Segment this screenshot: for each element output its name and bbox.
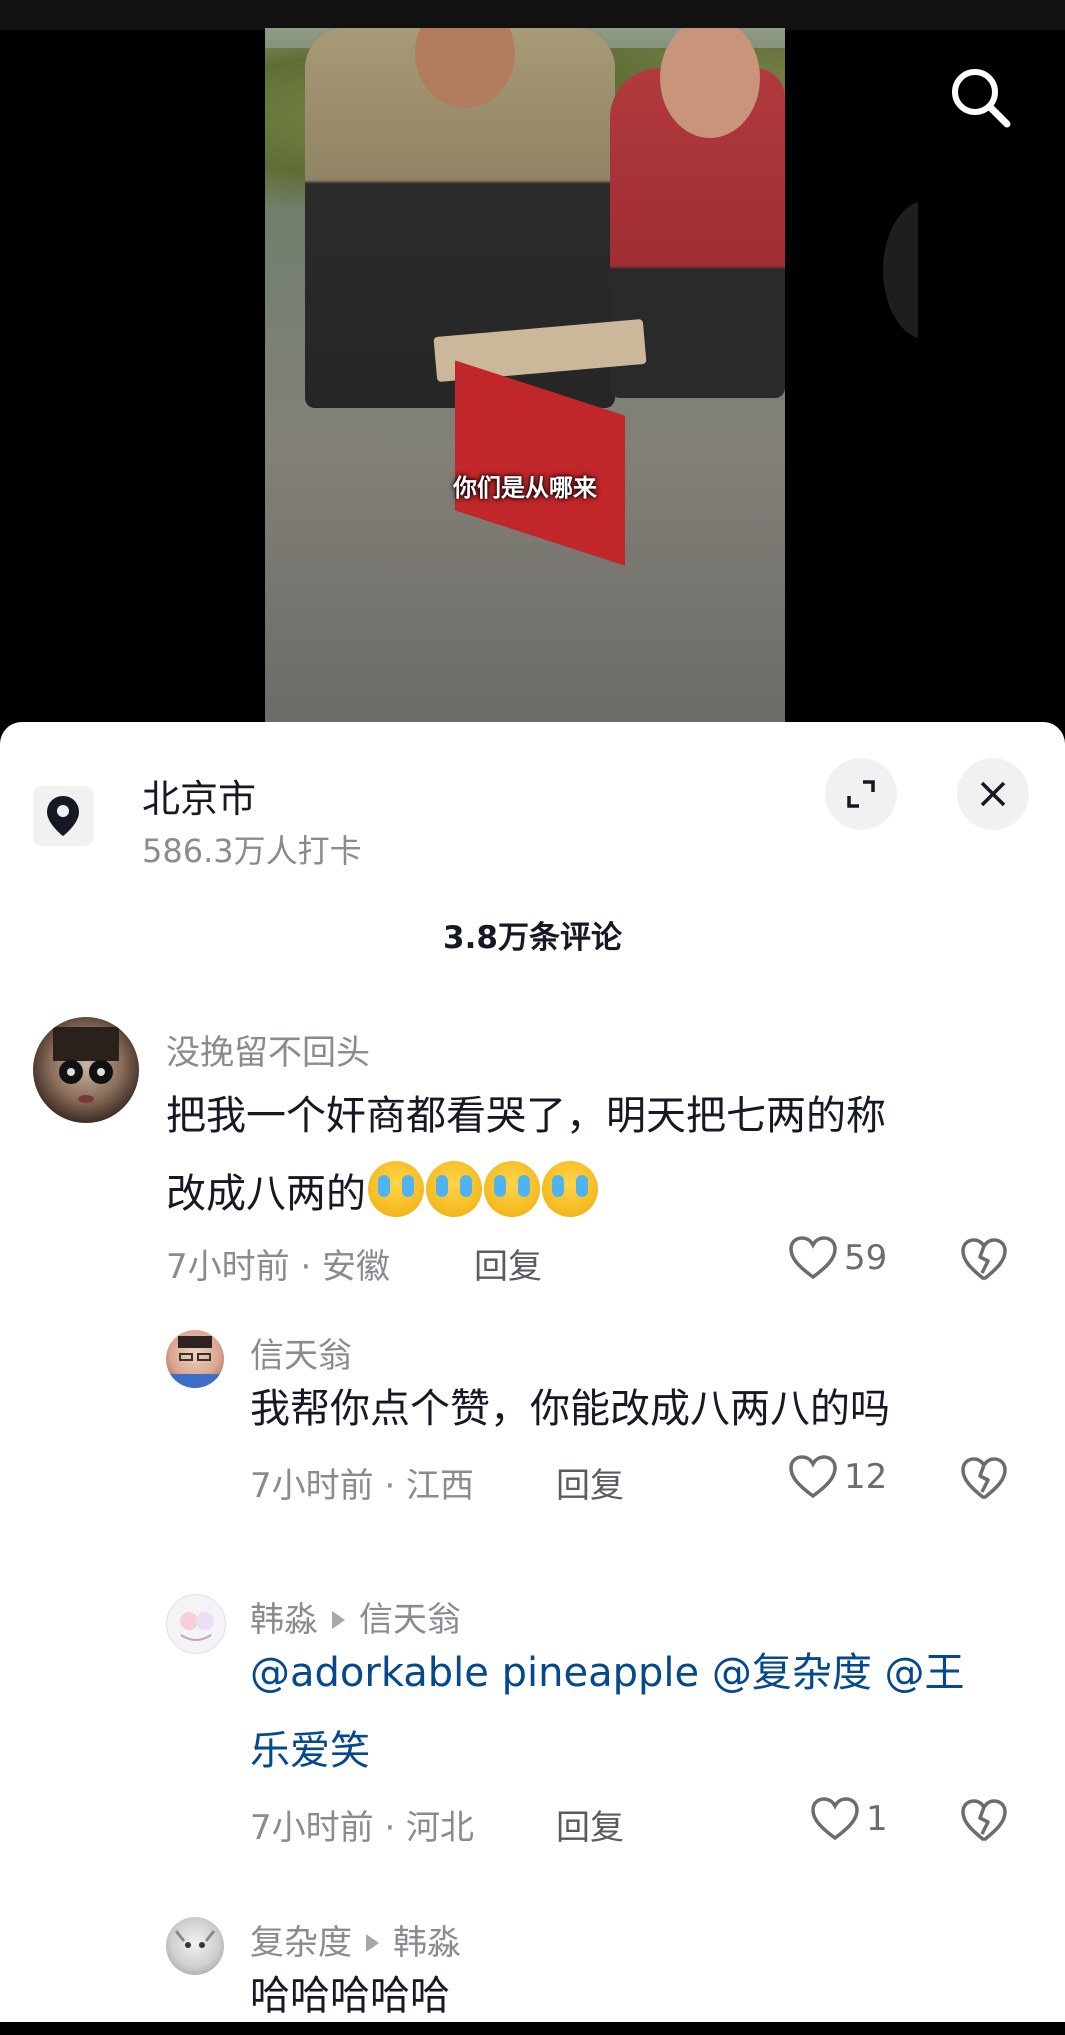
avatar-doll-image bbox=[53, 1027, 119, 1103]
crying-face-icon bbox=[426, 1161, 482, 1217]
reply-to-arrow-icon bbox=[366, 1933, 379, 1952]
like-count: 1 bbox=[866, 1799, 888, 1839]
status-bar bbox=[0, 0, 1065, 30]
reply-to-arrow-icon bbox=[332, 1610, 345, 1629]
reply-button[interactable]: 回复 bbox=[556, 1800, 624, 1849]
heart-icon bbox=[789, 1455, 837, 1499]
video-player[interactable]: 你们是从哪来 bbox=[265, 28, 785, 723]
heart-icon bbox=[811, 1797, 859, 1841]
broken-heart-icon bbox=[961, 1238, 1007, 1281]
avatar[interactable] bbox=[166, 1330, 224, 1388]
comment-text-line-2: 改成八两的 bbox=[166, 1155, 886, 1233]
search-button[interactable] bbox=[945, 62, 1015, 132]
comment-username[interactable]: 没挽留不回头 bbox=[166, 1025, 370, 1074]
avatar[interactable] bbox=[166, 1917, 224, 1975]
avatar[interactable] bbox=[166, 1594, 226, 1654]
broken-heart-icon bbox=[961, 1799, 1007, 1842]
reply-meta: 7小时前 · 河北 bbox=[250, 1808, 475, 1848]
dislike-button[interactable] bbox=[960, 1798, 1008, 1848]
reply-button[interactable]: 回复 bbox=[556, 1458, 624, 1507]
comments-sheet: 北京市 586.3万人打卡 3.8万条评论 没挽留不回头 把我一个奸商都看哭了，… bbox=[0, 722, 1065, 2022]
author-avatar-peek[interactable] bbox=[883, 200, 918, 340]
broken-heart-icon bbox=[961, 1457, 1007, 1500]
avatar-face-image bbox=[166, 1336, 224, 1388]
location-pin-button[interactable] bbox=[33, 786, 93, 846]
reply-text: 哈哈哈哈哈 bbox=[250, 1973, 450, 2019]
mention-line[interactable]: @adorkable pineapple @复杂度 @王 bbox=[250, 1634, 965, 1712]
dislike-button[interactable] bbox=[960, 1237, 1008, 1287]
comment-text-line: 改成八两的 bbox=[166, 1171, 366, 1217]
comment-meta: 7小时前 · 安徽 bbox=[166, 1247, 391, 1287]
location-title[interactable]: 北京市 bbox=[142, 768, 256, 823]
reply-text: @adorkable pineapple @复杂度 @王 乐爱笑 bbox=[250, 1634, 965, 1790]
avatar[interactable] bbox=[33, 1017, 139, 1123]
comment-count: 3.8万条评论 bbox=[443, 920, 622, 956]
crying-face-icon bbox=[484, 1161, 540, 1217]
like-button[interactable]: 1 bbox=[810, 1796, 888, 1842]
mention-line[interactable]: 乐爱笑 bbox=[250, 1712, 965, 1790]
close-button[interactable] bbox=[957, 758, 1029, 830]
expand-button[interactable] bbox=[825, 758, 897, 830]
like-count: 59 bbox=[844, 1238, 888, 1278]
video-subtitle: 你们是从哪来 bbox=[453, 474, 597, 502]
location-pin-icon bbox=[47, 796, 79, 836]
comment-text-line: 把我一个奸商都看哭了，明天把七两的称 bbox=[166, 1093, 886, 1139]
expand-icon bbox=[847, 780, 875, 808]
dislike-button[interactable] bbox=[960, 1456, 1008, 1506]
close-icon bbox=[980, 781, 1006, 807]
reply-text: 我帮你点个赞，你能改成八两八的吗 bbox=[250, 1386, 890, 1432]
like-button[interactable]: 12 bbox=[788, 1454, 887, 1500]
like-button[interactable]: 59 bbox=[788, 1235, 887, 1281]
avatar-cartoon-image bbox=[180, 1612, 214, 1641]
crying-face-icon bbox=[368, 1161, 424, 1217]
search-icon bbox=[952, 69, 1011, 128]
comment-text: 把我一个奸商都看哭了，明天把七两的称 改成八两的 bbox=[166, 1077, 886, 1233]
like-count: 12 bbox=[844, 1457, 888, 1497]
heart-icon bbox=[789, 1236, 837, 1280]
avatar-cat-image bbox=[174, 1930, 216, 1948]
reply-meta: 7小时前 · 江西 bbox=[250, 1466, 475, 1506]
location-checkins: 586.3万人打卡 bbox=[142, 832, 362, 870]
reply-button[interactable]: 回复 bbox=[474, 1239, 542, 1288]
crying-face-icon bbox=[542, 1161, 598, 1217]
